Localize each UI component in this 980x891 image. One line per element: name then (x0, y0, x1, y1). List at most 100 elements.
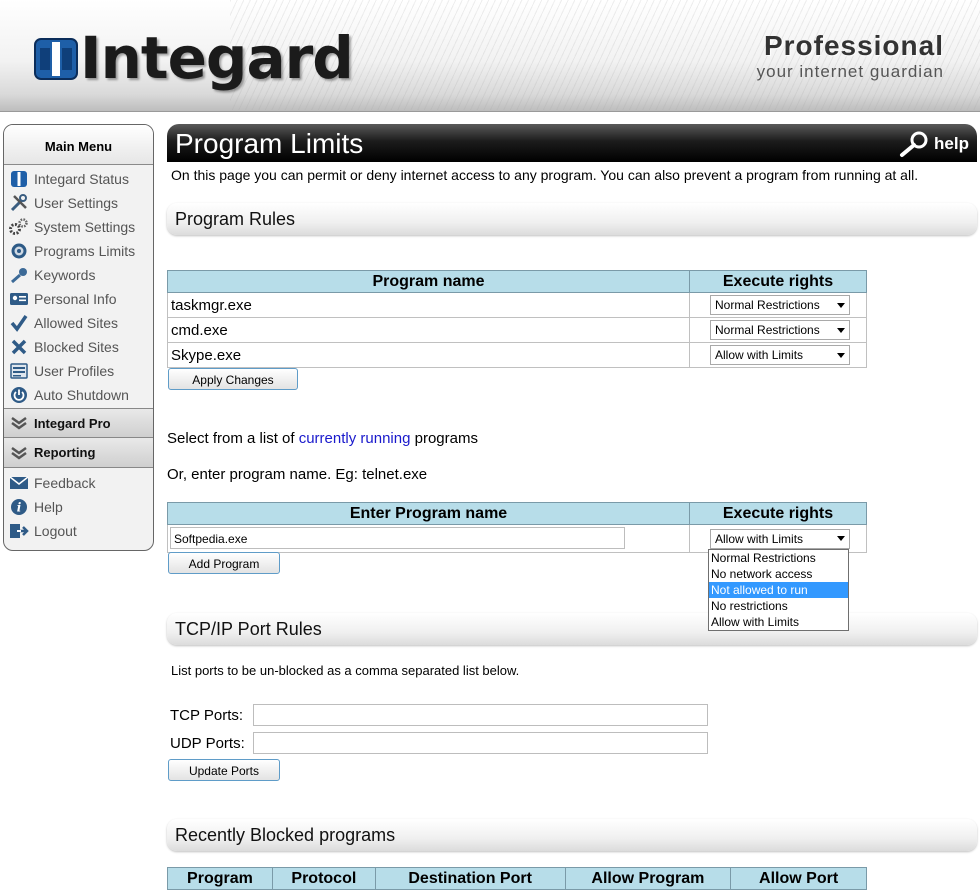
program-name-input[interactable]: Softpedia.exe (170, 527, 625, 549)
chevron-down-icon (837, 327, 846, 333)
id-card-icon (8, 290, 30, 308)
port-rules-heading: TCP/IP Port Rules (175, 619, 322, 639)
table-header-row: Enter Program name Execute rights (166, 502, 867, 525)
execute-rights-select-open[interactable]: Allow with Limits (710, 528, 851, 549)
menu-item-allowed-sites[interactable]: Allowed Sites (4, 311, 153, 335)
dropdown-option[interactable]: Normal Restrictions (709, 550, 848, 566)
select-value: Allow with Limits (715, 531, 804, 546)
table-row: taskmgr.exe Normal Restrictions (166, 292, 867, 318)
table-header-row: Program name Execute rights (166, 270, 867, 293)
bottom-menu-list: Feedback i Help Logout (4, 468, 153, 543)
udp-ports-input[interactable] (253, 732, 708, 754)
currently-running-link[interactable]: currently running (299, 430, 411, 447)
edition-title: Professional (763, 30, 944, 61)
main-menu: Main Menu Integard Status User Settings … (3, 124, 154, 551)
dropdown-option-highlighted[interactable]: Not allowed to run (709, 582, 848, 598)
apply-changes-button[interactable]: Apply Changes (168, 368, 298, 390)
recently-blocked-heading: Recently Blocked programs (175, 825, 396, 845)
power-icon (8, 386, 30, 404)
enter-program-hint: Or, enter program name. Eg: telnet.exe (167, 466, 428, 483)
page-title-bar: Program Limits help (167, 124, 977, 162)
menu-item-label: Integard Status (34, 171, 129, 187)
menu-item-integard-status[interactable]: Integard Status (4, 167, 153, 191)
page-intro: On this page you can permit or deny inte… (171, 167, 919, 183)
app-header: Integard Professional your internet guar… (0, 0, 980, 112)
menu-item-label: Auto Shutdown (34, 387, 129, 403)
section-label: Integard Pro (34, 415, 111, 431)
chevron-down-icon (837, 302, 846, 308)
execute-rights-cell: Normal Restrictions (689, 317, 867, 343)
key-icon (8, 266, 30, 284)
menu-item-label: Feedback (34, 475, 96, 491)
profiles-icon (8, 362, 30, 380)
dropdown-option[interactable]: No network access (709, 566, 848, 582)
tcp-ports-label: TCP Ports: (170, 707, 244, 724)
column-protocol: Protocol (271, 867, 376, 890)
menu-item-user-profiles[interactable]: User Profiles (4, 359, 153, 383)
execute-rights-select[interactable]: Normal Restrictions (710, 295, 851, 315)
update-ports-button[interactable]: Update Ports (168, 759, 280, 781)
execute-rights-cell: Normal Restrictions (689, 292, 867, 318)
program-rules-heading: Program Rules (175, 209, 296, 229)
select-value: Allow with Limits (715, 348, 804, 362)
menu-item-label: Help (34, 499, 63, 515)
menu-item-auto-shutdown[interactable]: Auto Shutdown (4, 383, 153, 407)
section-label: Reporting (34, 445, 96, 460)
chevron-down-icon (837, 536, 846, 541)
menu-item-label: System Settings (34, 219, 136, 235)
dropdown-option[interactable]: No restrictions (709, 598, 848, 614)
chevron-down-icon (10, 416, 28, 430)
program-name-cell: cmd.exe (166, 317, 691, 343)
menu-item-label: Allowed Sites (34, 315, 119, 331)
menu-item-feedback[interactable]: Feedback (4, 471, 153, 495)
logout-icon (8, 522, 30, 540)
column-execute-rights: Execute rights (689, 270, 867, 293)
x-mark-icon (8, 338, 30, 356)
info-icon: i (8, 498, 30, 516)
program-name-cell: Skype.exe (166, 342, 691, 368)
select-prefix: Select from a list of (167, 430, 295, 447)
menu-item-system-settings[interactable]: System Settings (4, 215, 153, 239)
column-program: Program (167, 867, 273, 890)
tagline: your internet guardian (756, 62, 944, 81)
menu-item-help[interactable]: i Help (4, 495, 153, 519)
menu-item-user-settings[interactable]: User Settings (4, 191, 153, 215)
execute-rights-select[interactable]: Normal Restrictions (710, 320, 851, 340)
column-allow-program: Allow Program (564, 867, 732, 890)
menu-item-label: Personal Info (34, 291, 117, 307)
menu-item-label: Programs Limits (34, 243, 136, 259)
tcp-ports-input[interactable] (253, 704, 708, 726)
chevron-down-icon (837, 352, 846, 358)
brand-name: Integard (80, 24, 354, 92)
select-value: Normal Restrictions (715, 323, 820, 337)
menu-item-label: Keywords (34, 267, 96, 283)
table-row: Skype.exe Allow with Limits (166, 342, 867, 368)
menu-item-label: User Settings (34, 195, 119, 211)
program-rules-table: Program name Execute rights taskmgr.exe … (166, 270, 867, 368)
envelope-icon (8, 474, 30, 492)
menu-item-keywords[interactable]: Keywords (4, 263, 153, 287)
menu-item-label: Logout (34, 523, 77, 539)
help-link[interactable]: help (898, 130, 969, 158)
table-row: cmd.exe Normal Restrictions (166, 317, 867, 343)
checkmark-icon (8, 314, 30, 332)
menu-item-list: Integard Status User Settings System Set… (4, 165, 153, 407)
column-execute-rights: Execute rights (689, 502, 867, 525)
column-destination-port: Destination Port (374, 867, 566, 890)
execute-rights-dropdown-list: Normal Restrictions No network access No… (708, 549, 849, 631)
menu-item-personal-info[interactable]: Personal Info (4, 287, 153, 311)
column-allow-port: Allow Port (730, 867, 867, 890)
add-program-button[interactable]: Add Program (168, 552, 280, 574)
recently-blocked-header: Recently Blocked programs (167, 819, 977, 851)
dropdown-option[interactable]: Allow with Limits (709, 614, 848, 630)
svg-text:i: i (17, 501, 22, 515)
execute-rights-select[interactable]: Allow with Limits (710, 345, 851, 365)
menu-item-programs-limits[interactable]: Programs Limits (4, 239, 153, 263)
port-rules-header: TCP/IP Port Rules (167, 613, 977, 645)
section-integard-pro[interactable]: Integard Pro (4, 408, 153, 438)
menu-item-logout[interactable]: Logout (4, 519, 153, 543)
select-suffix: programs (414, 430, 478, 447)
menu-item-blocked-sites[interactable]: Blocked Sites (4, 335, 153, 359)
section-reporting[interactable]: Reporting (4, 438, 153, 468)
udp-ports-label: UDP Ports: (170, 735, 245, 752)
